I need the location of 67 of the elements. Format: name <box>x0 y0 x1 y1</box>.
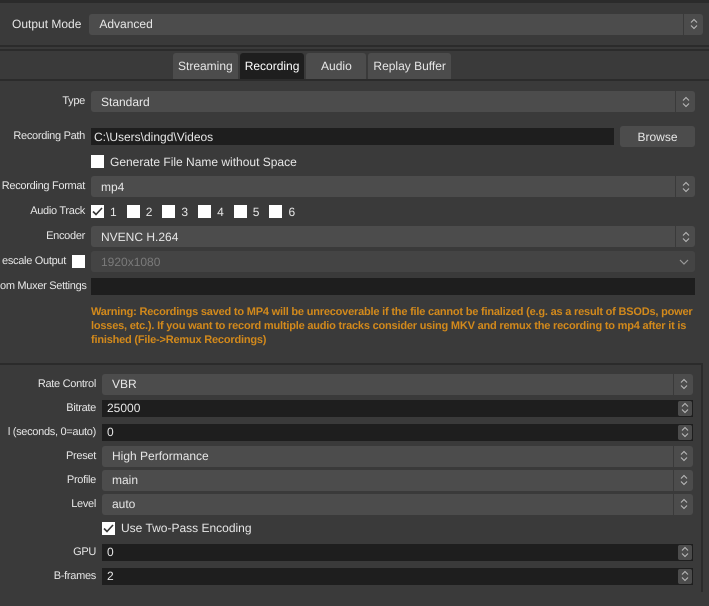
checkbox[interactable] <box>234 205 247 218</box>
checkbox-label: Generate File Name without Space <box>110 154 297 170</box>
dropdown[interactable]: Advanced <box>89 14 703 34</box>
up-down-arrow-icon <box>681 546 689 558</box>
up-down-arrow-icon <box>682 230 690 242</box>
checkbox-label: 5 <box>252 204 260 220</box>
dropdown[interactable]: NVENC H.264 <box>91 226 695 247</box>
dropdown[interactable]: auto <box>102 494 693 514</box>
spin-box[interactable]: 25000 <box>102 400 693 416</box>
check-icon <box>103 524 114 532</box>
checkbox-label: Use Two-Pass Encoding <box>121 520 252 537</box>
field-label: B-frames <box>52 568 96 584</box>
up-down-arrow-icon <box>682 96 690 108</box>
spin-box[interactable]: 2 <box>102 568 693 584</box>
field-label: Output Mode <box>12 16 82 33</box>
check-icon <box>92 207 103 216</box>
tab[interactable]: Replay Buffer <box>368 53 451 79</box>
up-down-arrow-icon <box>680 450 688 462</box>
browse-button[interactable]: Browse <box>620 126 695 147</box>
checkbox-label: 3 <box>181 204 188 220</box>
field-label: Recording Format <box>0 179 85 194</box>
field-label: Rate Control <box>36 376 96 392</box>
dropdown[interactable]: High Performance <box>102 446 693 466</box>
field-label: Encoder <box>45 229 85 244</box>
up-down-arrow-icon <box>681 426 689 438</box>
dropdown[interactable]: main <box>102 470 693 490</box>
checkbox[interactable] <box>126 205 140 218</box>
up-down-arrow-icon <box>680 474 688 486</box>
tab[interactable]: Recording <box>240 53 304 79</box>
dropdown[interactable]: Standard <box>91 91 695 112</box>
checkbox[interactable] <box>102 522 115 534</box>
field-label: escale Output <box>1 254 66 270</box>
field-label: om Muxer Settings <box>0 279 85 294</box>
input-field[interactable]: C:\Users\dingd\Videos <box>91 128 614 145</box>
checkbox-label: 6 <box>288 204 296 220</box>
dropdown[interactable]: mp4 <box>91 176 695 197</box>
tab[interactable]: Streaming <box>173 53 238 79</box>
checkbox[interactable] <box>198 205 212 218</box>
field-label: Bitrate <box>65 400 96 416</box>
checkbox[interactable] <box>91 205 104 218</box>
spin-box[interactable]: 0 <box>102 544 693 560</box>
up-down-arrow-icon <box>690 18 698 30</box>
checkbox[interactable] <box>269 205 282 218</box>
field-label: Type <box>61 94 85 110</box>
up-down-arrow-icon <box>681 402 689 414</box>
up-down-arrow-icon <box>682 180 690 192</box>
up-down-arrow-icon <box>680 378 688 390</box>
checkbox-label: 2 <box>146 204 152 220</box>
field-label: Preset <box>65 448 96 464</box>
tab[interactable]: Audio <box>306 53 366 79</box>
dropdown[interactable]: VBR <box>102 374 693 394</box>
field-label: l (seconds, 0=auto) <box>6 424 96 440</box>
checkbox[interactable] <box>162 205 176 218</box>
field-label: Audio Track <box>29 204 85 220</box>
caret-icon <box>679 258 689 264</box>
input-field[interactable] <box>91 278 695 295</box>
checkbox[interactable] <box>91 155 104 168</box>
checkbox-label: 4 <box>217 204 224 220</box>
up-down-arrow-icon <box>681 570 689 582</box>
field-label: Level <box>70 496 96 512</box>
warning-text: Warning: Recordings saved to MP4 will be unrecoverable if the file cannot be finalized (e.g. as a result of BSODs, power losses, etc.). If you want to record multiple audio tracks consider using MKV and remux the recording to mp4 after it is finished (File->Remux Recordings) <box>91 305 694 347</box>
up-down-arrow-icon <box>680 498 688 510</box>
spin-box[interactable]: 0 <box>102 424 693 440</box>
field-label: Profile <box>66 472 96 488</box>
checkbox-label: 1 <box>110 204 117 220</box>
field-label: Recording Path <box>12 129 85 144</box>
field-label: GPU <box>72 544 96 560</box>
